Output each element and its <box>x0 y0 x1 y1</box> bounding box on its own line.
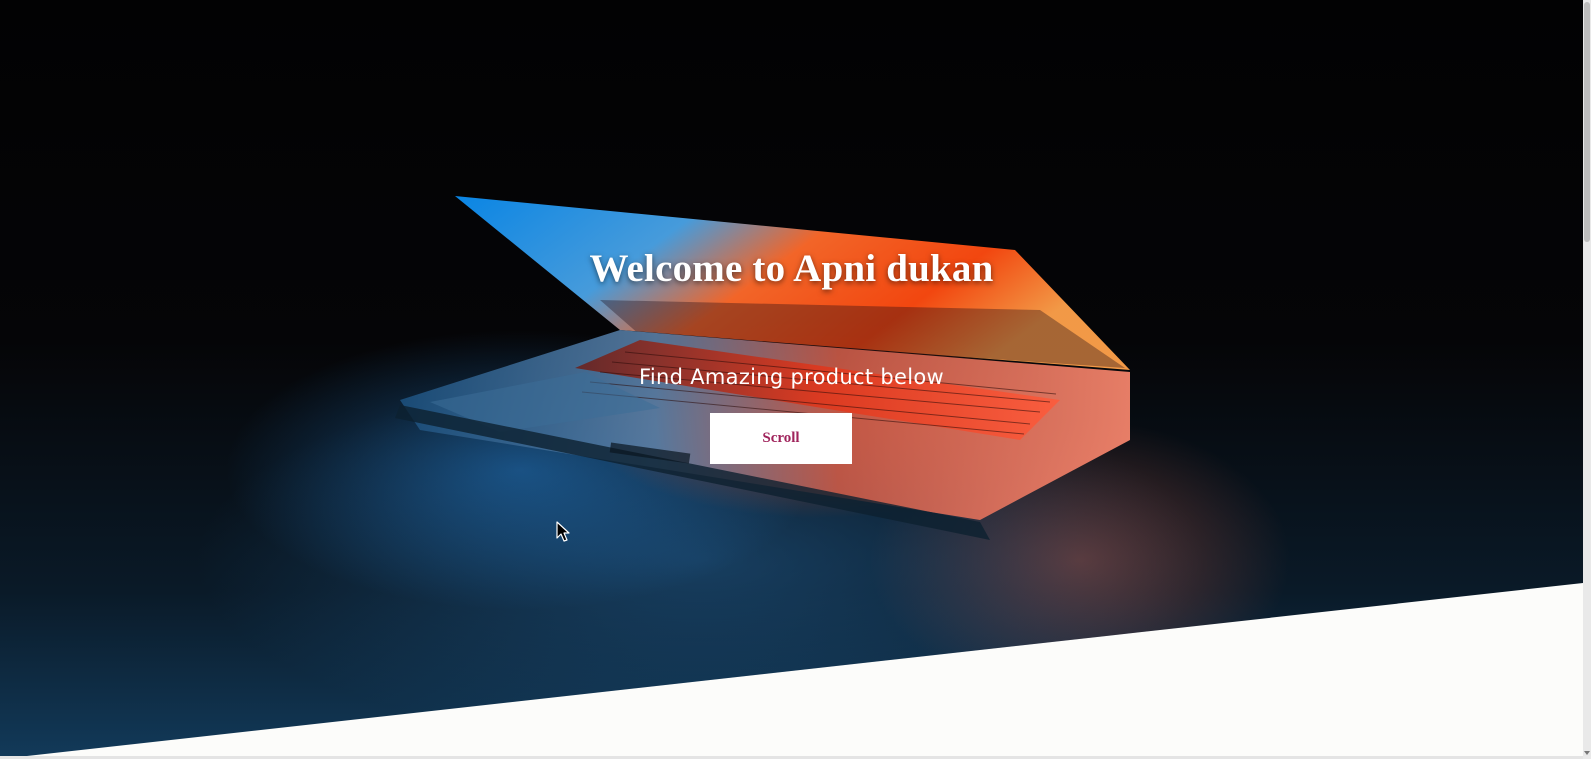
scrollbar-thumb[interactable] <box>1584 2 1590 242</box>
mouse-pointer-icon <box>556 521 570 542</box>
landing-page: Welcome to Apni dukan Find Amazing produ… <box>0 0 1591 759</box>
hero-title: Welcome to Apni dukan <box>589 247 994 290</box>
hero-subtitle: Find Amazing product below <box>639 365 944 389</box>
scroll-down-arrow-icon[interactable] <box>1584 751 1590 755</box>
vertical-scrollbar[interactable] <box>1583 0 1591 759</box>
hero-section: Welcome to Apni dukan Find Amazing produ… <box>0 0 1583 759</box>
scroll-button[interactable]: Scroll <box>710 413 852 464</box>
